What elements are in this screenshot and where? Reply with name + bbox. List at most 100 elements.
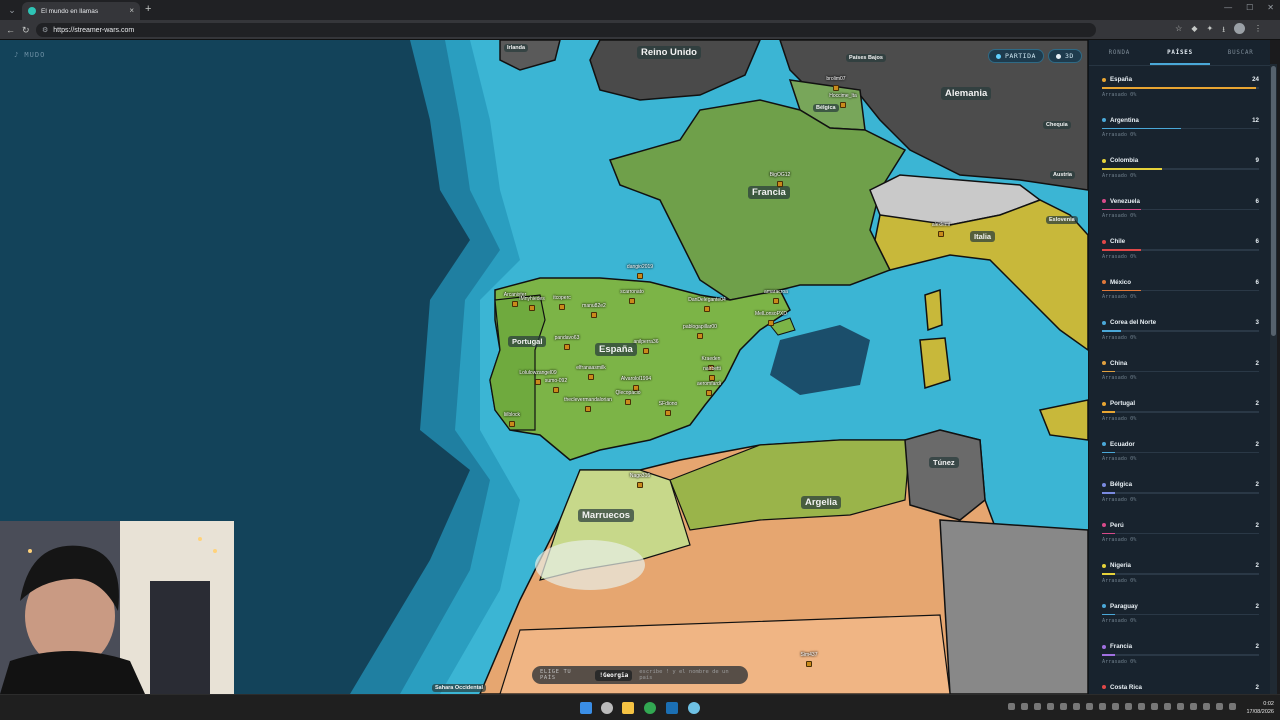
player-marker-icon[interactable] — [553, 387, 559, 393]
chrome-icon[interactable] — [644, 702, 656, 714]
country-row[interactable]: China 2 Arrasado 0% — [1089, 356, 1270, 397]
country-label[interactable]: Alemania — [941, 87, 992, 100]
country-row[interactable]: Francia 2 Arrasado 0% — [1089, 639, 1270, 680]
tray-icon[interactable] — [1060, 703, 1067, 710]
extension-icon[interactable]: ◆ — [1191, 24, 1197, 38]
country-label[interactable]: Chequia — [1043, 121, 1071, 129]
country-label[interactable]: Túnez — [929, 457, 959, 468]
player-marker-icon[interactable] — [706, 390, 712, 396]
player-marker-icon[interactable] — [697, 333, 703, 339]
country-row[interactable]: Argentina 12 Arrasado 0% — [1089, 113, 1270, 154]
tray-icon[interactable] — [1073, 703, 1080, 710]
country-row[interactable]: Bélgica 2 Arrasado 0% — [1089, 477, 1270, 518]
country-row[interactable]: Chile 6 Arrasado 0% — [1089, 234, 1270, 275]
country-label[interactable]: Austria — [1050, 171, 1075, 179]
player-marker-icon[interactable] — [535, 379, 541, 385]
country-row[interactable]: Venezuela 6 Arrasado 0% — [1089, 194, 1270, 235]
player-marker-icon[interactable] — [591, 312, 597, 318]
tray-icon[interactable] — [1190, 703, 1197, 710]
tray-icon[interactable] — [1138, 703, 1145, 710]
tray-icon[interactable] — [1151, 703, 1158, 710]
tray-icon[interactable] — [1047, 703, 1054, 710]
country-label[interactable]: Irlanda — [504, 44, 529, 52]
country-row[interactable]: Corea del Norte 3 Arrasado 0% — [1089, 315, 1270, 356]
country-label[interactable]: Bélgica — [813, 104, 839, 112]
tray-icon[interactable] — [1177, 703, 1184, 710]
player-marker-icon[interactable] — [665, 410, 671, 416]
search-icon[interactable] — [601, 702, 613, 714]
profile-avatar[interactable] — [1234, 23, 1245, 34]
country-row[interactable]: Paraguay 2 Arrasado 0% — [1089, 599, 1270, 640]
country-label[interactable]: Francia — [748, 186, 790, 199]
scrollbar-thumb[interactable] — [1271, 66, 1276, 336]
app-icon[interactable] — [688, 702, 700, 714]
country-label[interactable]: Argelia — [801, 496, 842, 509]
player-marker-icon[interactable] — [509, 421, 515, 427]
country-row[interactable]: Ecuador 2 Arrasado 0% — [1089, 437, 1270, 478]
browser-menu-icon[interactable]: ⋮ — [1254, 24, 1262, 38]
country-row[interactable]: Portugal 2 Arrasado 0% — [1089, 396, 1270, 437]
country-row[interactable]: México 6 Arrasado 0% — [1089, 275, 1270, 316]
back-icon[interactable]: ← — [6, 24, 15, 36]
minimize-icon[interactable]: — — [1224, 3, 1232, 12]
player-marker-icon[interactable] — [938, 231, 944, 237]
country-label[interactable]: Países Bajos — [846, 54, 886, 62]
country-label[interactable]: Eslovenia — [1046, 216, 1078, 224]
mute-button[interactable]: ♪ MUDO — [14, 51, 45, 59]
url-field[interactable]: ⚙ https://streamer-wars.com — [36, 23, 1096, 37]
country-row[interactable]: España 24 Arrasado 0% — [1089, 72, 1270, 113]
country-row[interactable]: Perú 2 Arrasado 0% — [1089, 518, 1270, 559]
player-marker-icon[interactable] — [833, 85, 839, 91]
tab-ronda[interactable]: RONDA — [1089, 40, 1150, 65]
tray-icon[interactable] — [1203, 703, 1210, 710]
player-marker-icon[interactable] — [637, 482, 643, 488]
tray-icon[interactable] — [1164, 703, 1171, 710]
new-tab-button[interactable]: + — [145, 3, 151, 15]
country-label[interactable]: Italia — [970, 231, 996, 242]
player-marker-icon[interactable] — [806, 661, 812, 667]
window-close-icon[interactable]: ✕ — [1267, 3, 1274, 12]
tray-icon[interactable] — [1125, 703, 1132, 710]
player-marker-icon[interactable] — [768, 320, 774, 326]
steam-icon[interactable] — [666, 702, 678, 714]
player-marker-icon[interactable] — [773, 298, 779, 304]
maximize-icon[interactable]: ☐ — [1246, 3, 1253, 12]
reload-icon[interactable]: ↻ — [22, 24, 30, 36]
country-row[interactable]: Colombia 9 Arrasado 0% — [1089, 153, 1270, 194]
player-marker-icon[interactable] — [588, 374, 594, 380]
volume-icon[interactable] — [1229, 703, 1236, 710]
tab-paises[interactable]: PAÍSES — [1149, 40, 1211, 65]
country-label[interactable]: Reino Unido — [637, 46, 701, 59]
site-info-icon[interactable]: ⚙ — [42, 26, 48, 34]
player-marker-icon[interactable] — [643, 348, 649, 354]
taskbar-clock[interactable]: 0:02 17/08/2026 — [1246, 700, 1274, 716]
country-label[interactable]: España — [595, 343, 637, 356]
browser-tab[interactable]: El mundo en llamas × — [22, 2, 140, 20]
player-marker-icon[interactable] — [564, 344, 570, 350]
partida-toggle[interactable]: PARTIDA — [988, 49, 1044, 63]
bookmark-star-icon[interactable]: ☆ — [1175, 24, 1182, 38]
download-icon[interactable]: ⭳ — [1222, 24, 1225, 38]
wifi-icon[interactable] — [1216, 703, 1223, 710]
player-marker-icon[interactable] — [629, 298, 635, 304]
player-marker-icon[interactable] — [840, 102, 846, 108]
tray-icon[interactable] — [1034, 703, 1041, 710]
command-bar[interactable]: ELIGE TU PAÍS !Georgia escribe ! y el no… — [532, 666, 748, 684]
country-row[interactable]: Nigeria 2 Arrasado 0% — [1089, 558, 1270, 599]
country-label[interactable]: Marruecos — [578, 509, 635, 522]
player-marker-icon[interactable] — [512, 301, 518, 307]
panel-scrollbar[interactable] — [1270, 64, 1277, 694]
tray-icon[interactable] — [1086, 703, 1093, 710]
country-label[interactable]: Sahara Occidental — [432, 684, 486, 692]
tab-close-icon[interactable]: × — [129, 7, 134, 15]
player-marker-icon[interactable] — [529, 305, 535, 311]
tab-buscar[interactable]: BUSCAR — [1210, 40, 1270, 65]
3d-toggle[interactable]: 3D — [1048, 49, 1082, 63]
tray-icon[interactable] — [1021, 703, 1028, 710]
file-explorer-icon[interactable] — [622, 702, 634, 714]
tray-icon[interactable] — [1112, 703, 1119, 710]
tray-icon[interactable] — [1008, 703, 1015, 710]
player-marker-icon[interactable] — [704, 306, 710, 312]
extension-puzzle-icon[interactable]: ✦ — [1206, 24, 1213, 38]
player-marker-icon[interactable] — [637, 273, 643, 279]
